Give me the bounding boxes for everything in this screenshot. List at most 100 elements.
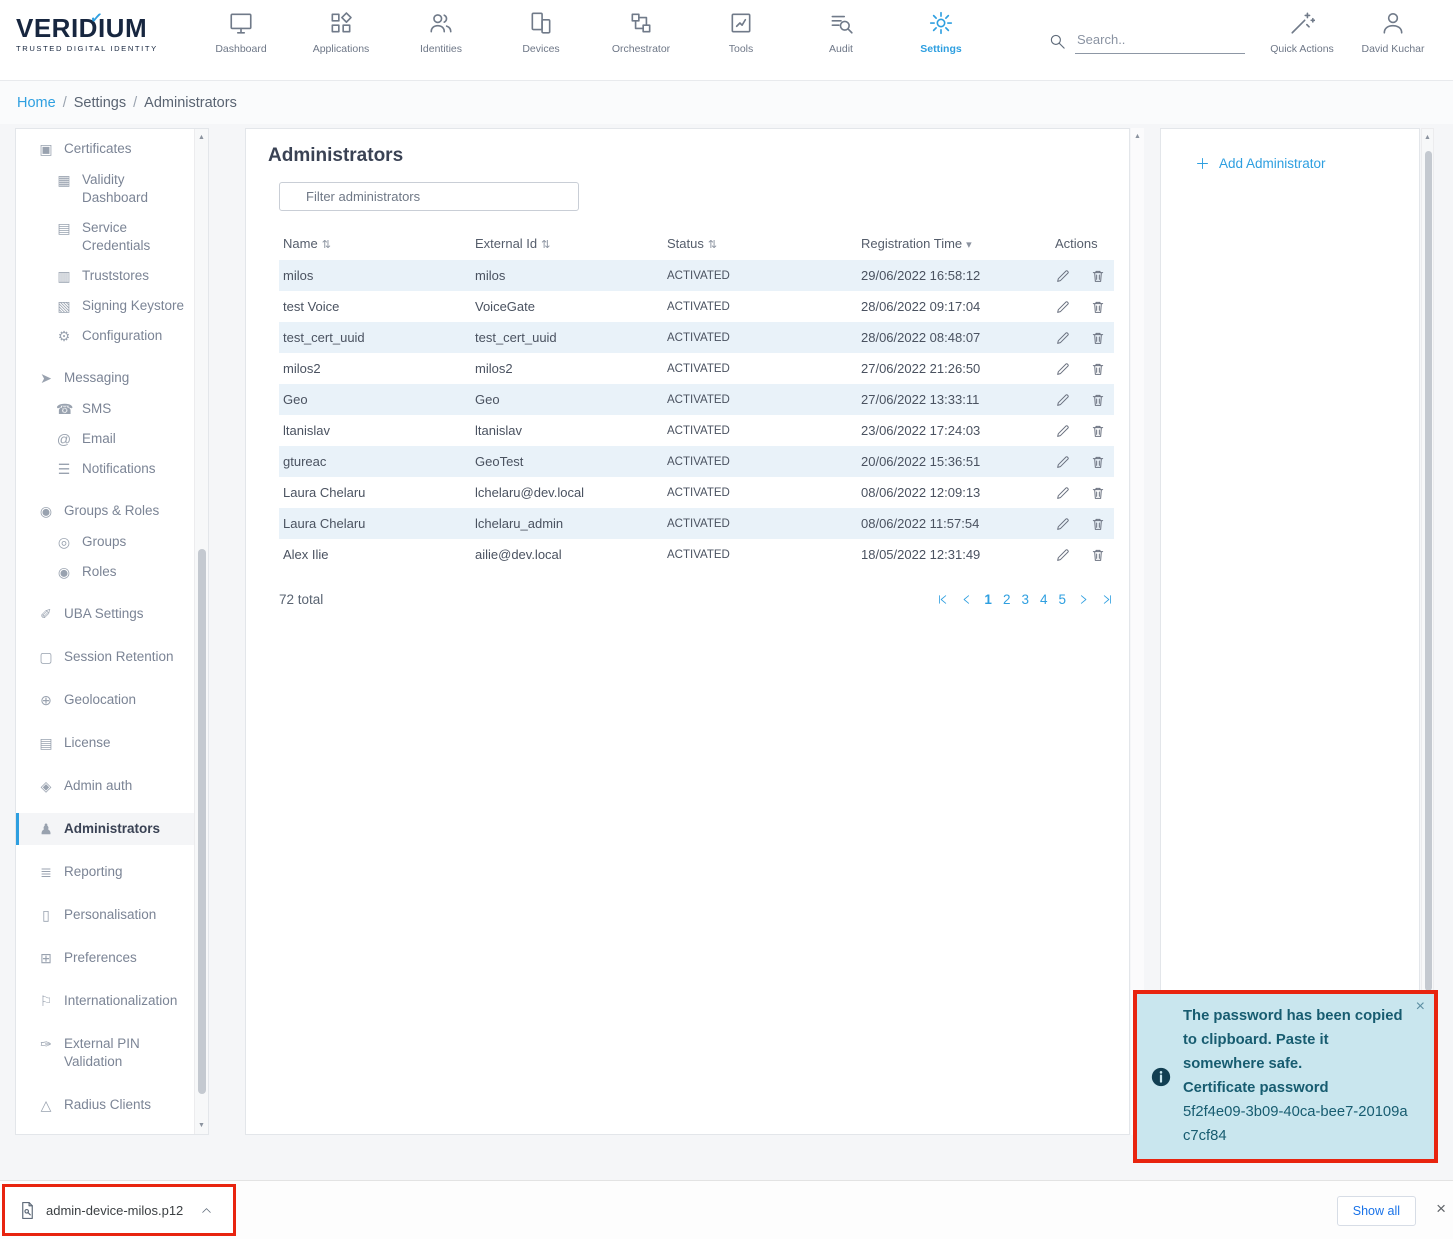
- sidebar-item-validity-dashboard[interactable]: ▦Validity Dashboard: [16, 165, 194, 213]
- edit-icon[interactable]: [1055, 547, 1071, 563]
- nav-item-dashboard[interactable]: Dashboard: [191, 10, 291, 55]
- downloaded-file[interactable]: admin-device-milos.p12: [5, 1201, 233, 1220]
- sidebar-item-license[interactable]: ▤License: [16, 727, 194, 759]
- delete-icon[interactable]: [1090, 268, 1106, 284]
- breadcrumb-separator: /: [63, 95, 67, 111]
- delete-icon[interactable]: [1090, 454, 1106, 470]
- scroll-down-icon[interactable]: ▼: [195, 1117, 208, 1134]
- delete-icon[interactable]: [1090, 392, 1106, 408]
- sidebar-item-external-pin-validation[interactable]: ✑External PIN Validation: [16, 1028, 194, 1078]
- cell-actions: [1051, 353, 1114, 384]
- sidebar-scrollbar[interactable]: ▲ ▼: [194, 129, 208, 1134]
- sidebar-item-label: Configuration: [82, 327, 162, 345]
- sidebar-item-label: Roles: [82, 563, 117, 581]
- brand-logo[interactable]: VERIDIUM ✓ TRUSTED DIGITAL IDENTITY: [16, 14, 158, 53]
- caret-up-icon[interactable]: [200, 1204, 213, 1217]
- search-icon[interactable]: [1048, 32, 1066, 50]
- nav-item-tools[interactable]: Tools: [691, 10, 791, 55]
- cell-status: ACTIVATED: [663, 539, 857, 570]
- delete-icon[interactable]: [1090, 361, 1106, 377]
- sidebar-item-configuration[interactable]: ⚙Configuration: [16, 321, 194, 351]
- cell-external-id: ltanislav: [471, 415, 663, 446]
- edit-icon[interactable]: [1055, 516, 1071, 532]
- edit-icon[interactable]: [1055, 392, 1071, 408]
- edit-icon[interactable]: [1055, 454, 1071, 470]
- edit-icon[interactable]: [1055, 423, 1071, 439]
- sidebar-item-certificates[interactable]: ▣Certificates: [16, 133, 194, 165]
- previous-page-button[interactable]: [960, 593, 973, 606]
- column-header-name[interactable]: Name⇅: [279, 225, 471, 260]
- scroll-up-icon[interactable]: ▲: [1422, 129, 1433, 146]
- scroll-up-icon[interactable]: ▲: [195, 129, 208, 146]
- search-input[interactable]: [1075, 30, 1245, 54]
- first-page-button[interactable]: [936, 593, 949, 606]
- toast-close-icon[interactable]: ×: [1416, 998, 1425, 1016]
- delete-icon[interactable]: [1090, 485, 1106, 501]
- edit-icon[interactable]: [1055, 299, 1071, 315]
- delete-icon[interactable]: [1090, 330, 1106, 346]
- column-header-external-id[interactable]: External Id⇅: [471, 225, 663, 260]
- page-number-2[interactable]: 2: [1003, 592, 1011, 607]
- sidebar-item-admin-auth[interactable]: ◈Admin auth: [16, 770, 194, 802]
- page-number-3[interactable]: 3: [1021, 592, 1029, 607]
- sidebar-item-administrators[interactable]: ♟Administrators: [16, 813, 194, 845]
- sidebar-item-preferences[interactable]: ⊞Preferences: [16, 942, 194, 974]
- sidebar-item-radius-clients[interactable]: △Radius Clients: [16, 1089, 194, 1121]
- main-scrollbar[interactable]: ▲: [1131, 128, 1144, 1135]
- sidebar-item-messaging[interactable]: ➤Messaging: [16, 362, 194, 394]
- show-all-button[interactable]: Show all: [1337, 1196, 1416, 1226]
- nav-item-identities[interactable]: Identities: [391, 10, 491, 55]
- delete-icon[interactable]: [1090, 516, 1106, 532]
- scroll-up-icon[interactable]: ▲: [1131, 128, 1144, 145]
- next-page-button[interactable]: [1077, 593, 1090, 606]
- nav-item-audit[interactable]: Audit: [791, 10, 891, 55]
- cell-status: ACTIVATED: [663, 260, 857, 291]
- page-scrollbar-thumb[interactable]: [1425, 151, 1432, 991]
- page-number-1[interactable]: 1: [984, 592, 992, 607]
- sidebar-item-reporting[interactable]: ≣Reporting: [16, 856, 194, 888]
- nav-item-devices[interactable]: Devices: [491, 10, 591, 55]
- delete-icon[interactable]: [1090, 547, 1106, 563]
- table-row: test_cert_uuidtest_cert_uuidACTIVATED28/…: [279, 322, 1114, 353]
- edit-icon[interactable]: [1055, 268, 1071, 284]
- user-menu[interactable]: David Kuchar: [1343, 10, 1443, 55]
- breadcrumb-settings[interactable]: Settings: [74, 95, 126, 111]
- sidebar-item-email[interactable]: @Email: [16, 424, 194, 454]
- sidebar-scrollbar-thumb[interactable]: [198, 549, 206, 1094]
- add-administrator-button[interactable]: Add Administrator: [1195, 156, 1419, 171]
- cell-name: gtureac: [279, 446, 471, 477]
- quick-actions-label: Quick Actions: [1270, 43, 1334, 55]
- sidebar-item-truststores[interactable]: ▥Truststores: [16, 261, 194, 291]
- column-header-status[interactable]: Status⇅: [663, 225, 857, 260]
- sidebar-item-label: Personalisation: [64, 906, 156, 924]
- download-bar-close-icon[interactable]: ×: [1436, 1199, 1446, 1219]
- sidebar-item-internationalization[interactable]: ⚐Internationalization: [16, 985, 194, 1017]
- sidebar-item-sms[interactable]: ☎SMS: [16, 394, 194, 424]
- delete-icon[interactable]: [1090, 299, 1106, 315]
- sidebar-item-groups[interactable]: ◎Groups: [16, 527, 194, 557]
- column-header-registration-time[interactable]: Registration Time▾: [857, 225, 1051, 260]
- page-number-4[interactable]: 4: [1040, 592, 1048, 607]
- breadcrumb-home[interactable]: Home: [17, 95, 56, 111]
- edit-icon[interactable]: [1055, 330, 1071, 346]
- sidebar-item-session-retention[interactable]: ▢Session Retention: [16, 641, 194, 673]
- last-page-button[interactable]: [1101, 593, 1114, 606]
- sidebar-item-signing-keystore[interactable]: ▧Signing Keystore: [16, 291, 194, 321]
- sidebar-item-geolocation[interactable]: ⊕Geolocation: [16, 684, 194, 716]
- page-scrollbar[interactable]: ▲: [1421, 128, 1434, 1135]
- nav-item-applications[interactable]: Applications: [291, 10, 391, 55]
- sidebar-item-roles[interactable]: ◉Roles: [16, 557, 194, 587]
- edit-icon[interactable]: [1055, 485, 1071, 501]
- delete-icon[interactable]: [1090, 423, 1106, 439]
- sidebar-item-personalisation[interactable]: ▯Personalisation: [16, 899, 194, 931]
- sidebar-item-uba-settings[interactable]: ✐UBA Settings: [16, 598, 194, 630]
- nav-item-orchestrator[interactable]: Orchestrator: [591, 10, 691, 55]
- page-number-5[interactable]: 5: [1058, 592, 1066, 607]
- filter-administrators-input[interactable]: [279, 182, 579, 211]
- edit-icon[interactable]: [1055, 361, 1071, 377]
- quick-actions-button[interactable]: Quick Actions: [1252, 10, 1352, 55]
- nav-item-settings[interactable]: Settings: [891, 10, 991, 55]
- sidebar-item-notifications[interactable]: ☰Notifications: [16, 454, 194, 484]
- sidebar-item-service-credentials[interactable]: ▤Service Credentials: [16, 213, 194, 261]
- sidebar-item-groups-roles[interactable]: ◉Groups & Roles: [16, 495, 194, 527]
